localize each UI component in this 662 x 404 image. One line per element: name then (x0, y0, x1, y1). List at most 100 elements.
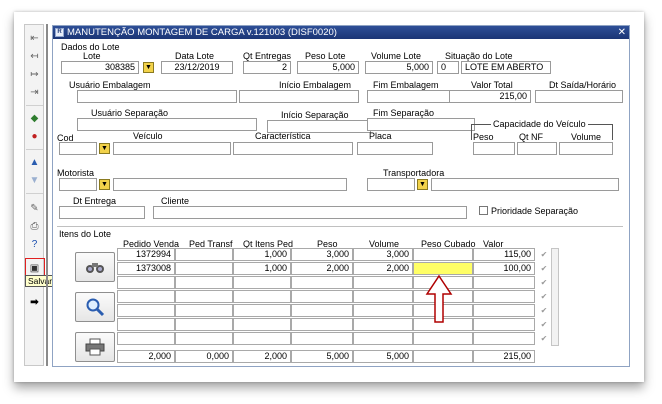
grid-cell[interactable]: 3,000 (353, 248, 413, 261)
grid-cell[interactable] (291, 332, 353, 345)
cap-qtnf-label: Qt NF (519, 132, 543, 142)
grid-cell[interactable]: 2,000 (353, 262, 413, 275)
cap-volume-field[interactable] (559, 142, 613, 155)
lote-field[interactable]: 308385 (61, 61, 139, 74)
transportadora-dropdown-button[interactable]: ▼ (417, 179, 428, 190)
close-icon[interactable]: ✕ (618, 26, 626, 39)
grid-cell[interactable] (175, 262, 233, 275)
cod-dropdown-button[interactable]: ▼ (99, 143, 110, 154)
grid-cell[interactable] (353, 318, 413, 331)
grid-cell[interactable]: 100,00 (473, 262, 535, 275)
grid-cell[interactable]: 1373008 (117, 262, 175, 275)
grid-cell[interactable]: 1,000 (233, 262, 291, 275)
situacao-code-field[interactable]: 0 (437, 61, 459, 74)
volume-lote-field[interactable]: 5,000 (365, 61, 433, 74)
grid-cell[interactable] (175, 248, 233, 261)
fim-separacao-field[interactable] (367, 118, 475, 131)
veiculo-field[interactable] (113, 142, 231, 155)
grid-cell[interactable] (473, 318, 535, 331)
insert-icon[interactable]: ◆ (27, 111, 42, 126)
grid-cell[interactable] (233, 318, 291, 331)
grid-cell[interactable] (175, 290, 233, 303)
motorista-field[interactable] (113, 178, 347, 191)
edit-icon[interactable]: ✎ (27, 201, 42, 216)
cod-field[interactable] (59, 142, 97, 155)
prev-record-icon[interactable]: ↤ (27, 49, 42, 64)
grid-cell[interactable] (117, 332, 175, 345)
grid-cell[interactable] (233, 290, 291, 303)
grid-cell[interactable] (353, 290, 413, 303)
usuario-separacao-field[interactable] (77, 118, 257, 131)
situacao-field[interactable]: LOTE EM ABERTO (461, 61, 551, 74)
row-action-icon[interactable]: ✔ (539, 250, 549, 260)
grid-cell[interactable] (291, 290, 353, 303)
grid-cell[interactable] (473, 290, 535, 303)
row-action-icon[interactable]: ✔ (539, 278, 549, 288)
prioridade-checkbox[interactable] (479, 206, 488, 215)
qt-entregas-field[interactable]: 2 (243, 61, 291, 74)
grid-cell[interactable] (233, 332, 291, 345)
search-button[interactable] (75, 292, 115, 322)
grid-cell[interactable] (353, 304, 413, 317)
grid-cell[interactable]: 1372994 (117, 248, 175, 261)
grid-cell[interactable]: 1,000 (233, 248, 291, 261)
grid-cell[interactable] (233, 304, 291, 317)
grid-scrollbar[interactable] (551, 248, 559, 346)
grid-cell[interactable] (233, 276, 291, 289)
last-record-icon[interactable]: ⇥ (27, 85, 42, 100)
transportadora-field[interactable] (431, 178, 619, 191)
grid-cell[interactable]: 115,00 (473, 248, 535, 261)
grid-cell[interactable]: 3,000 (291, 248, 353, 261)
grid-cell[interactable] (117, 304, 175, 317)
caracteristica-field[interactable] (233, 142, 353, 155)
cliente-field[interactable] (153, 206, 467, 219)
motorista-dropdown-button[interactable]: ▼ (99, 179, 110, 190)
grid-cell[interactable] (353, 332, 413, 345)
placa-field[interactable] (357, 142, 433, 155)
first-record-icon[interactable]: ⇤ (27, 31, 42, 46)
grid-cell[interactable] (473, 332, 535, 345)
print-icon[interactable]: ⎙ (27, 219, 42, 234)
grid-cell[interactable] (117, 276, 175, 289)
grid-cell[interactable] (117, 290, 175, 303)
row-action-icon[interactable]: ✔ (539, 320, 549, 330)
motorista-cod-field[interactable] (59, 178, 97, 191)
row-action-icon[interactable]: ✔ (539, 334, 549, 344)
valor-total-field[interactable]: 215,00 (449, 90, 531, 103)
inicio-embalagem-field[interactable] (239, 90, 359, 103)
exit-icon[interactable]: ➡ (27, 295, 42, 310)
transportadora-cod-field[interactable] (367, 178, 415, 191)
next-record-icon[interactable]: ↦ (27, 67, 42, 82)
grid-cell[interactable] (413, 248, 473, 261)
binoculars-button[interactable] (75, 252, 115, 282)
cap-qtnf-field[interactable] (517, 142, 557, 155)
data-lote-field[interactable]: 23/12/2019 (161, 61, 233, 74)
cap-peso-field[interactable] (473, 142, 515, 155)
print-button[interactable] (75, 332, 115, 362)
row-action-icon[interactable]: ✔ (539, 292, 549, 302)
grid-cell[interactable] (291, 304, 353, 317)
dt-saida-field[interactable] (535, 90, 623, 103)
grid-cell[interactable] (175, 276, 233, 289)
lote-dropdown-button[interactable]: ▼ (143, 62, 154, 73)
grid-cell[interactable] (175, 332, 233, 345)
grid-cell[interactable] (175, 318, 233, 331)
row-action-icon[interactable]: ✔ (539, 306, 549, 316)
grid-cell[interactable] (473, 304, 535, 317)
peso-lote-field[interactable]: 5,000 (297, 61, 359, 74)
dt-entrega-field[interactable] (59, 206, 145, 219)
grid-cell[interactable] (175, 304, 233, 317)
down-icon[interactable]: ▼ (27, 173, 42, 188)
row-action-icon[interactable]: ✔ (539, 264, 549, 274)
grid-cell[interactable] (291, 276, 353, 289)
grid-cell[interactable] (413, 332, 473, 345)
grid-cell[interactable] (353, 276, 413, 289)
grid-cell[interactable] (291, 318, 353, 331)
grid-cell[interactable]: 2,000 (291, 262, 353, 275)
help-icon[interactable]: ? (27, 237, 42, 252)
grid-cell[interactable] (473, 276, 535, 289)
up-icon[interactable]: ▲ (27, 155, 42, 170)
grid-cell[interactable] (117, 318, 175, 331)
delete-icon[interactable]: ● (27, 129, 42, 144)
usuario-embalagem-field[interactable] (77, 90, 237, 103)
